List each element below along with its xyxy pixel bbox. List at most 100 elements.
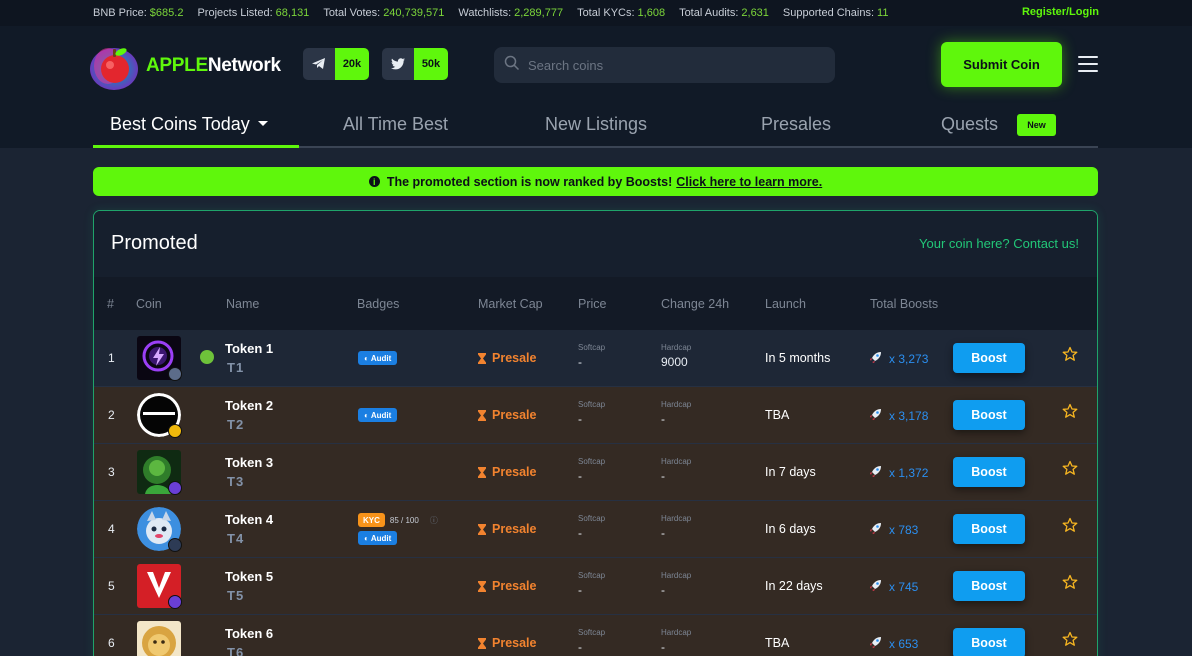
solana-chain-icon [168, 595, 182, 609]
row-rank: 4 [108, 522, 115, 536]
change-cell: Hardcap - [661, 628, 692, 654]
column-header-total-boosts[interactable]: Total Boosts [870, 297, 938, 311]
price-cell: Softcap - [578, 400, 606, 426]
ethereum-chain-icon [168, 367, 182, 381]
tab-best-coins-today[interactable]: Best Coins Today [110, 114, 268, 135]
audit-badge[interactable]: ◐ Audit [358, 408, 398, 422]
change-cell: Hardcap - [661, 457, 692, 483]
table-row[interactable]: 3 Token 3 T3 Presale Softcap - Hardcap - I… [94, 444, 1097, 501]
stat-total-kycs: Total KYCs: 1,608 [577, 7, 666, 19]
tab-presales[interactable]: Presales [761, 114, 831, 135]
rocket-icon [869, 408, 882, 424]
contact-link[interactable]: Your coin here? Contact us! [919, 236, 1079, 251]
promoted-title: Promoted [111, 232, 198, 254]
price-cell: Softcap - [578, 514, 606, 540]
row-rank: 3 [108, 465, 115, 479]
presale-status: Presale [478, 465, 536, 479]
star-icon[interactable] [1062, 346, 1078, 362]
change-cell: Hardcap - [661, 514, 692, 540]
chevron-down-icon [257, 121, 268, 126]
submit-coin-button[interactable]: Submit Coin [941, 42, 1062, 87]
coin-symbol: T1 [227, 360, 245, 375]
search-input[interactable] [528, 57, 808, 73]
column-header-rank: # [107, 297, 114, 311]
star-icon[interactable] [1062, 574, 1078, 590]
table-row[interactable]: 2 Token 2 T2 ◐ Audit Presale Softcap - Har… [94, 387, 1097, 444]
apple-logo-icon[interactable] [86, 38, 142, 94]
total-boosts: x 745 [869, 579, 918, 595]
star-icon[interactable] [1062, 460, 1078, 476]
coin-name[interactable]: Token 2 [225, 398, 273, 413]
info-icon[interactable]: ⓘ [430, 515, 438, 526]
stat-total-votes: Total Votes: 240,739,571 [323, 7, 445, 19]
register-login-link[interactable]: Register/Login [1022, 6, 1099, 18]
coin-name[interactable]: Token 6 [225, 626, 273, 641]
coin-symbol: T6 [227, 645, 245, 656]
price-cell: Softcap - [578, 457, 606, 483]
boost-button[interactable]: Boost [953, 628, 1025, 656]
coin-name[interactable]: Token 4 [225, 512, 273, 527]
change-cell: Hardcap - [661, 571, 692, 597]
telegram-link[interactable]: 20k [303, 48, 369, 80]
search-box [494, 47, 835, 83]
rocket-icon [869, 579, 882, 595]
stats-bar: BNB Price: $685.2 Projects Listed: 68,131 … [0, 0, 1192, 26]
table-row[interactable]: 6 Token 6 T6 Presale Softcap - Hardcap - T… [94, 615, 1097, 656]
boost-button[interactable]: Boost [953, 400, 1025, 430]
presale-status: Presale [478, 579, 536, 593]
change-cell: Hardcap - [661, 400, 692, 426]
column-header-coin: Coin [136, 297, 162, 311]
brand-name[interactable]: APPLENetwork [146, 55, 281, 77]
rocket-icon [869, 351, 882, 367]
table-row[interactable]: 1 Token 1 T1 ◐ Audit Presale Softcap - Har… [94, 330, 1097, 387]
price-cell: Softcap - [578, 628, 606, 654]
coin-name[interactable]: Token 1 [225, 341, 273, 356]
launch-date: In 7 days [765, 465, 816, 479]
shield-icon: ◐ [364, 353, 369, 363]
boost-button[interactable]: Boost [953, 343, 1025, 373]
launch-date: In 5 months [765, 351, 831, 365]
column-header-change-24h[interactable]: Change 24h [661, 297, 729, 311]
coin-symbol: T4 [227, 531, 245, 546]
twitter-link[interactable]: 50k [382, 48, 448, 80]
change-cell: Hardcap 9000 [661, 343, 692, 369]
column-header-market-cap[interactable]: Market Cap [478, 297, 543, 311]
presale-status: Presale [478, 636, 536, 650]
tab-new-listings[interactable]: New Listings [545, 114, 647, 135]
boost-button[interactable]: Boost [953, 514, 1025, 544]
stat-projects-listed: Projects Listed: 68,131 [197, 7, 310, 19]
star-icon[interactable] [1062, 403, 1078, 419]
tab-all-time-best[interactable]: All Time Best [343, 114, 448, 135]
hourglass-icon [478, 409, 486, 421]
row-rank: 2 [108, 408, 115, 422]
row-rank: 5 [108, 579, 115, 593]
star-icon[interactable] [1062, 517, 1078, 533]
new-badge: New [1017, 114, 1056, 136]
boost-button[interactable]: Boost [953, 571, 1025, 601]
coin-logo[interactable] [137, 621, 181, 656]
kyc-badge[interactable]: KYC 85 / 100 ⓘ [358, 513, 438, 527]
coin-name[interactable]: Token 5 [225, 569, 273, 584]
notice-text: The promoted section is now ranked by Bo… [386, 174, 673, 189]
column-header-name[interactable]: Name [226, 297, 259, 311]
star-icon[interactable] [1062, 631, 1078, 647]
audit-badge[interactable]: ◐ Audit [358, 531, 398, 545]
stat-watchlists: Watchlists: 2,289,777 [458, 7, 564, 19]
coin-name[interactable]: Token 3 [225, 455, 273, 470]
launch-date: TBA [765, 408, 790, 422]
column-header-launch[interactable]: Launch [765, 297, 806, 311]
coin-symbol: T5 [227, 588, 245, 603]
menu-icon[interactable] [1078, 56, 1098, 72]
boost-button[interactable]: Boost [953, 457, 1025, 487]
coin-symbol: T2 [227, 417, 245, 432]
hourglass-icon [478, 523, 486, 535]
audit-badge[interactable]: ◐ Audit [358, 351, 398, 365]
table-row[interactable]: 5 Token 5 T5 Presale Softcap - Hardcap - I… [94, 558, 1097, 615]
promoted-panel: Promoted Your coin here? Contact us! # C… [93, 210, 1098, 656]
total-boosts: x 1,372 [869, 465, 928, 481]
column-header-price[interactable]: Price [578, 297, 606, 311]
tab-quests[interactable]: Quests [941, 114, 998, 135]
table-row[interactable]: 4 Token 4 T4 KYC 85 / 100 ⓘ ◐ Audit Presa… [94, 501, 1097, 558]
rocket-icon [869, 522, 882, 538]
learn-more-link[interactable]: Click here to learn more. [676, 175, 822, 189]
